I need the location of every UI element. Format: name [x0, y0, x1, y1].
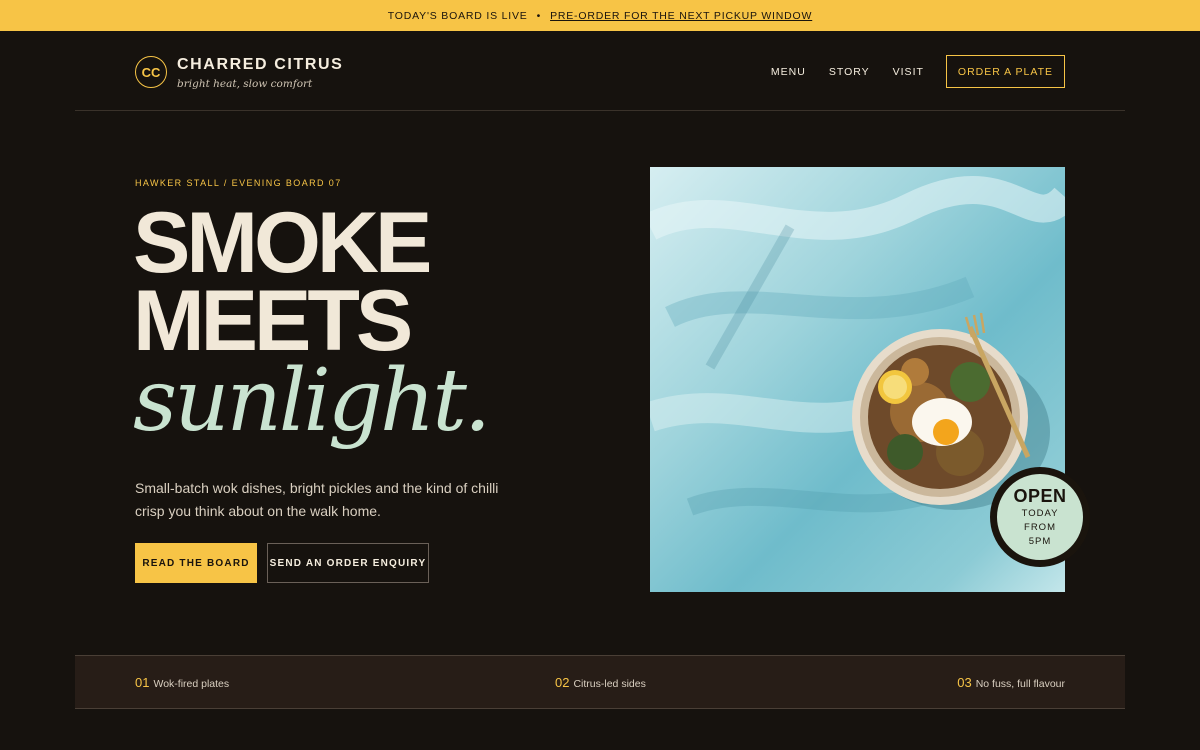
feature-number: 02: [555, 675, 570, 690]
headline-line-smoke: SMOKE: [133, 195, 432, 291]
open-today-badge: OPEN TODAY FROM 5PM: [990, 467, 1090, 567]
feature-label: No fuss, full flavour: [975, 678, 1065, 690]
logo-monogram[interactable]: CC: [135, 56, 167, 88]
headline-line-sunlight: sunlight.: [133, 351, 491, 451]
order-plate-button[interactable]: ORDER A PLATE: [945, 55, 1065, 88]
brand-tagline: bright heat, slow comfort: [177, 78, 313, 90]
hero-subcopy: Small-batch wok dishes, bright pickles a…: [135, 480, 499, 519]
feature-item-citrus: 02 Citrus-led sides: [555, 675, 646, 690]
nav-item-menu[interactable]: MENU: [771, 66, 806, 78]
main-nav: MENU STORY VISIT ORDER A PLATE: [748, 55, 1065, 88]
order-enquiry-button[interactable]: SEND AN ORDER ENQUIRY: [267, 543, 429, 583]
badge-line-today: TODAY: [1021, 508, 1059, 519]
announcement-bar: TODAY'S BOARD IS LIVE • PRE-ORDER FOR TH…: [0, 0, 1200, 31]
feature-number: 01: [135, 675, 150, 690]
nav-item-story[interactable]: STORY: [829, 66, 870, 78]
badge-open-label: OPEN: [1013, 486, 1067, 506]
headline-line-meets: MEETS: [133, 273, 413, 369]
announcement-separator: •: [536, 9, 542, 22]
feature-label: Wok-fired plates: [153, 678, 230, 690]
preorder-link[interactable]: PRE-ORDER FOR THE NEXT PICKUP WINDOW: [550, 10, 812, 22]
hero-eyebrow: HAWKER STALL / EVENING BOARD 07: [135, 178, 342, 188]
brand-name[interactable]: CHARRED CITRUS: [177, 56, 343, 74]
hero-headline: SMOKE MEETS sunlight.: [133, 195, 613, 451]
feature-number: 03: [957, 675, 972, 690]
nav-item-visit[interactable]: VISIT: [893, 66, 924, 78]
feature-item-flavour: 03 No fuss, full flavour: [957, 675, 1065, 690]
site-header: CC CHARRED CITRUS bright heat, slow comf…: [75, 31, 1125, 111]
feature-strip: 01 Wok-fired plates 02 Citrus-led sides …: [75, 655, 1125, 709]
badge-line-from: FROM: [1024, 522, 1056, 533]
badge-line-time: 5PM: [1028, 536, 1052, 547]
feature-item-wok: 01 Wok-fired plates: [135, 675, 229, 690]
announcement-status: TODAY'S BOARD IS LIVE: [387, 9, 528, 22]
feature-label: Citrus-led sides: [573, 678, 646, 690]
read-board-button[interactable]: READ THE BOARD: [135, 543, 257, 583]
